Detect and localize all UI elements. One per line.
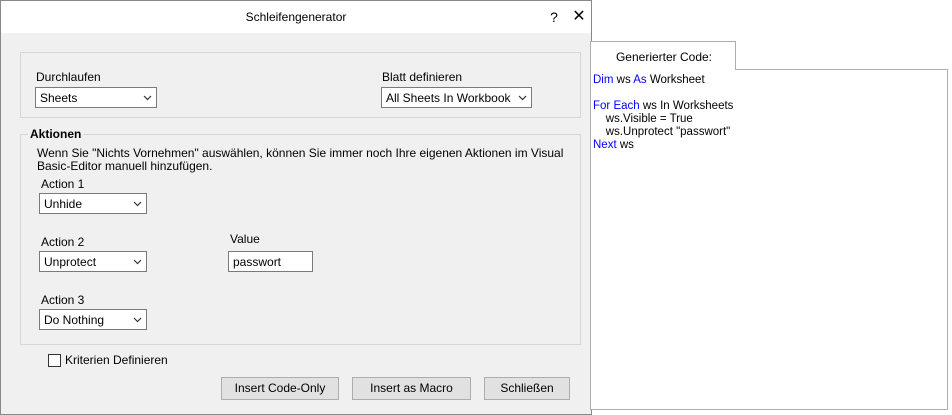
code-keyword: Next	[593, 139, 617, 151]
value-input[interactable]: passwort	[228, 251, 313, 272]
code-text: ws	[613, 74, 634, 86]
code-keyword: For Each	[593, 100, 640, 112]
action1-select[interactable]: Unhide	[39, 193, 147, 214]
code-line-4: ws.Unprotect "passwort"	[593, 126, 731, 138]
action2-label: Action 2	[41, 235, 85, 249]
action3-select[interactable]: Do Nothing	[39, 309, 147, 330]
tab-generated-code[interactable]: Generierter Code:	[590, 41, 736, 70]
actions-description-line2: Basic-Editor manuell hinzufügen.	[37, 159, 213, 173]
actions-group-label: Aktionen	[28, 127, 84, 141]
value-input-text: passwort	[233, 255, 282, 269]
code-text: ws In Worksheets	[639, 100, 734, 112]
code-line-5: Next ws	[593, 139, 634, 151]
chevron-down-icon	[133, 317, 142, 323]
code-line-3: ws.Visible = True	[593, 113, 693, 125]
criteria-label: Kriterien Definieren	[65, 353, 168, 367]
action1-label: Action 1	[41, 177, 85, 191]
chevron-down-icon	[518, 95, 527, 101]
loop-select-value: Sheets	[40, 91, 78, 105]
sheet-select-value: All Sheets In Workbook	[386, 91, 511, 105]
chevron-down-icon	[143, 95, 152, 101]
title-bar: Schleifengenerator ? ✕	[1, 1, 591, 33]
action3-label: Action 3	[41, 293, 85, 307]
insert-as-macro-button[interactable]: Insert as Macro	[352, 377, 471, 400]
action2-select-value: Unprotect	[44, 255, 97, 269]
action3-select-value: Do Nothing	[44, 313, 105, 327]
action2-select[interactable]: Unprotect	[39, 251, 147, 272]
loop-select[interactable]: Sheets	[35, 87, 157, 108]
sheet-label: Blatt definieren	[382, 70, 463, 84]
criteria-checkbox[interactable]	[48, 354, 61, 367]
chevron-down-icon	[133, 259, 142, 265]
code-text: Worksheet	[646, 74, 705, 86]
insert-code-only-button[interactable]: Insert Code-Only	[221, 377, 339, 400]
code-line-1: Dim ws As Worksheet	[593, 74, 705, 86]
tab-generated-code-label: Generierter Code:	[615, 50, 713, 64]
action1-select-value: Unhide	[44, 197, 83, 211]
chevron-down-icon	[133, 201, 142, 207]
loop-generator-dialog: Schleifengenerator ? ✕ Durchlaufen Sheet…	[0, 0, 592, 415]
code-text: ws	[616, 139, 634, 151]
close-button[interactable]: Schließen	[484, 377, 570, 400]
code-line-2: For Each ws In Worksheets	[593, 100, 733, 112]
actions-description-line1: Wenn Sie "Nichts Vornehmen" auswählen, k…	[37, 146, 564, 160]
close-icon[interactable]: ✕	[567, 6, 591, 28]
code-keyword: Dim	[593, 74, 614, 86]
generated-code-panel[interactable]: Dim ws As Worksheet For Each ws In Works…	[590, 69, 948, 410]
help-button[interactable]: ?	[543, 6, 565, 28]
loop-label: Durchlaufen	[36, 70, 101, 84]
value-label: Value	[230, 232, 260, 246]
loop-settings-group	[20, 52, 581, 118]
sheet-select[interactable]: All Sheets In Workbook	[381, 87, 532, 108]
window-title: Schleifengenerator	[245, 10, 347, 24]
code-keyword: As	[633, 74, 647, 86]
